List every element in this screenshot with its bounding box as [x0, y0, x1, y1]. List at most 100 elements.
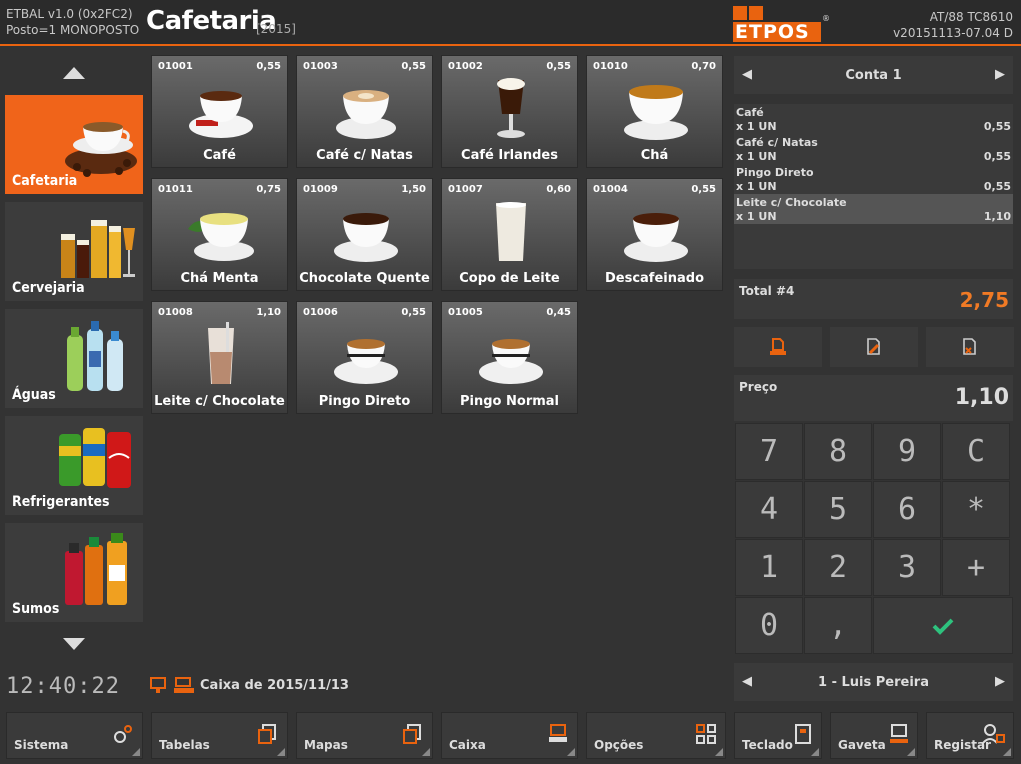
- button-label: Opções: [594, 738, 644, 752]
- keypad-key[interactable]: 4: [735, 481, 803, 538]
- beer-glasses-icon: [61, 220, 135, 278]
- opcoes-button[interactable]: Opções: [586, 712, 726, 759]
- keypad-key[interactable]: +: [942, 539, 1010, 596]
- grid-icon: [696, 724, 716, 744]
- logo-text: ETPOS: [733, 22, 821, 42]
- checkmark-icon: [932, 618, 954, 635]
- terminal-id: AT/88 TC8610: [929, 10, 1013, 24]
- keyboard-icon: [795, 724, 811, 744]
- product-image-icon: [624, 85, 688, 140]
- mapas-button[interactable]: Mapas: [296, 712, 433, 759]
- category-scroll-down-button[interactable]: [5, 627, 143, 661]
- keypad-key[interactable]: 7: [735, 423, 803, 480]
- product-price: 0,55: [546, 61, 571, 72]
- product-tile[interactable]: 01006 0,55 Pingo Direto: [296, 301, 433, 414]
- total-value: 2,75: [959, 288, 1009, 312]
- delete-doc-icon: [963, 338, 976, 355]
- product-tile[interactable]: 01002 0,55 Café Irlandes: [441, 55, 578, 168]
- order-item-amount: 0,55: [983, 150, 1011, 163]
- product-tile[interactable]: 01003 0,55 Café c/ Natas: [296, 55, 433, 168]
- product-tile[interactable]: 01005 0,45 Pingo Normal: [441, 301, 578, 414]
- product-price: 1,50: [401, 184, 426, 195]
- arrow-down-icon: [63, 638, 85, 650]
- operator-selector[interactable]: ◀ 1 - Luis Pereira ▶: [734, 663, 1013, 701]
- product-image-icon: [497, 78, 525, 138]
- product-price: 0,55: [401, 307, 426, 318]
- sistema-button[interactable]: Sistema: [6, 712, 143, 759]
- account-prev-button[interactable]: ◀: [742, 67, 752, 82]
- keypad-key[interactable]: 2: [804, 539, 872, 596]
- product-name: Chocolate Quente: [299, 271, 430, 286]
- keypad-key[interactable]: 0: [735, 597, 803, 654]
- confirm-key[interactable]: [873, 597, 1013, 654]
- order-line[interactable]: Café x 1 UN 0,55: [734, 104, 1013, 134]
- order-line[interactable]: Leite c/ Chocolate x 1 UN 1,10: [734, 194, 1013, 224]
- delete-button[interactable]: [926, 327, 1014, 367]
- order-list: Café x 1 UN 0,55 Café c/ Natas x 1 UN 0,55 Pin…: [734, 104, 1013, 269]
- keypad-key[interactable]: 3: [873, 539, 941, 596]
- keypad-key[interactable]: 6: [873, 481, 941, 538]
- product-tile[interactable]: 01011 0,75 Chá Menta: [151, 178, 288, 291]
- account-next-button[interactable]: ▶: [995, 67, 1005, 82]
- operator-label: 1 - Luis Pereira: [818, 674, 929, 690]
- category-label: Refrigerantes: [12, 494, 110, 510]
- product-tile[interactable]: 01009 1,50 Chocolate Quente: [296, 178, 433, 291]
- keypad-key[interactable]: 1: [735, 539, 803, 596]
- category-scroll-up-button[interactable]: [5, 56, 143, 90]
- print-button[interactable]: [734, 327, 822, 367]
- category-sumos[interactable]: Sumos: [5, 523, 143, 622]
- product-code: 01010: [593, 61, 628, 72]
- version-info: AT/88 TC8610 v20151113-07.04 D: [893, 9, 1013, 41]
- category-cervejaria[interactable]: Cervejaria: [5, 202, 143, 301]
- maps-icon: [403, 724, 421, 744]
- keypad-key[interactable]: 8: [804, 423, 872, 480]
- caixa-button[interactable]: Caixa: [441, 712, 578, 759]
- total-box: Total #4 2,75: [734, 279, 1013, 319]
- gaveta-button[interactable]: Gaveta: [830, 712, 918, 759]
- order-item-qty: x 1 UN: [736, 210, 777, 223]
- cash-session-label: Caixa de 2015/11/13: [200, 677, 349, 693]
- teclado-button[interactable]: Teclado: [734, 712, 822, 759]
- product-price: 0,60: [546, 184, 571, 195]
- edit-button[interactable]: [830, 327, 918, 367]
- keypad-key[interactable]: 5: [804, 481, 872, 538]
- page-year: [2015]: [256, 22, 296, 36]
- product-tile[interactable]: 01010 0,70 Chá: [586, 55, 723, 168]
- category-cafetaria[interactable]: Cafetaria: [5, 95, 143, 194]
- keypad-key[interactable]: ,: [804, 597, 872, 654]
- product-tile[interactable]: 01007 0,60 Copo de Leite: [441, 178, 578, 291]
- product-price: 0,55: [401, 61, 426, 72]
- keypad-key[interactable]: C: [942, 423, 1010, 480]
- product-tile[interactable]: 01004 0,55 Descafeinado: [586, 178, 723, 291]
- operator-next-button[interactable]: ▶: [995, 674, 1005, 689]
- software-version: v20151113-07.04 D: [893, 26, 1013, 40]
- registar-button[interactable]: Registar: [926, 712, 1014, 759]
- coffee-cup-icon: [65, 122, 137, 177]
- order-line[interactable]: Pingo Direto x 1 UN 0,55: [734, 164, 1013, 194]
- product-name: Café: [203, 148, 236, 163]
- category-aguas[interactable]: Águas: [5, 309, 143, 408]
- gears-icon: [114, 725, 132, 743]
- product-tile[interactable]: 01008 1,10 Leite c/ Chocolate: [151, 301, 288, 414]
- account-selector[interactable]: ◀ Conta 1 ▶: [734, 56, 1013, 94]
- keypad-key[interactable]: 9: [873, 423, 941, 480]
- product-image-icon: [208, 322, 234, 384]
- operator-prev-button[interactable]: ◀: [742, 674, 752, 689]
- product-code: 01009: [303, 184, 338, 195]
- product-code: 01006: [303, 307, 338, 318]
- product-image-icon: [336, 90, 396, 139]
- product-name: Copo de Leite: [459, 271, 560, 286]
- order-line[interactable]: Café c/ Natas x 1 UN 0,55: [734, 134, 1013, 164]
- product-price: 0,55: [256, 61, 281, 72]
- etpos-logo: ETPOS ®: [733, 6, 831, 42]
- price-label: Preço: [739, 380, 778, 394]
- keypad-key[interactable]: *: [942, 481, 1010, 538]
- category-refrigerantes[interactable]: Refrigerantes: [5, 416, 143, 515]
- product-name: Pingo Direto: [318, 394, 411, 409]
- tabelas-button[interactable]: Tabelas: [151, 712, 288, 759]
- category-list: Cafetaria Cervejaria Águas Refrigerantes: [5, 56, 143, 661]
- product-image-icon: [334, 339, 398, 384]
- product-code: 01004: [593, 184, 628, 195]
- cash-session: Caixa de 2015/11/13: [150, 676, 349, 694]
- product-tile[interactable]: 01001 0,55 Café: [151, 55, 288, 168]
